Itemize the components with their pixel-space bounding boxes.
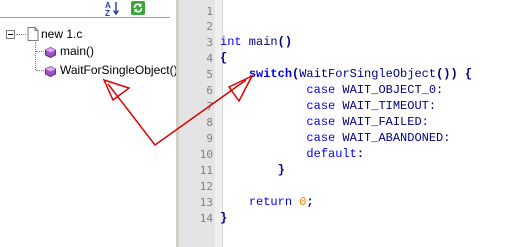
annotation-arrows bbox=[102, 74, 254, 147]
annotation-arrow-line bbox=[107, 79, 247, 147]
arrowhead-right-icon bbox=[227, 74, 254, 103]
arrowhead-left-icon bbox=[102, 78, 131, 102]
